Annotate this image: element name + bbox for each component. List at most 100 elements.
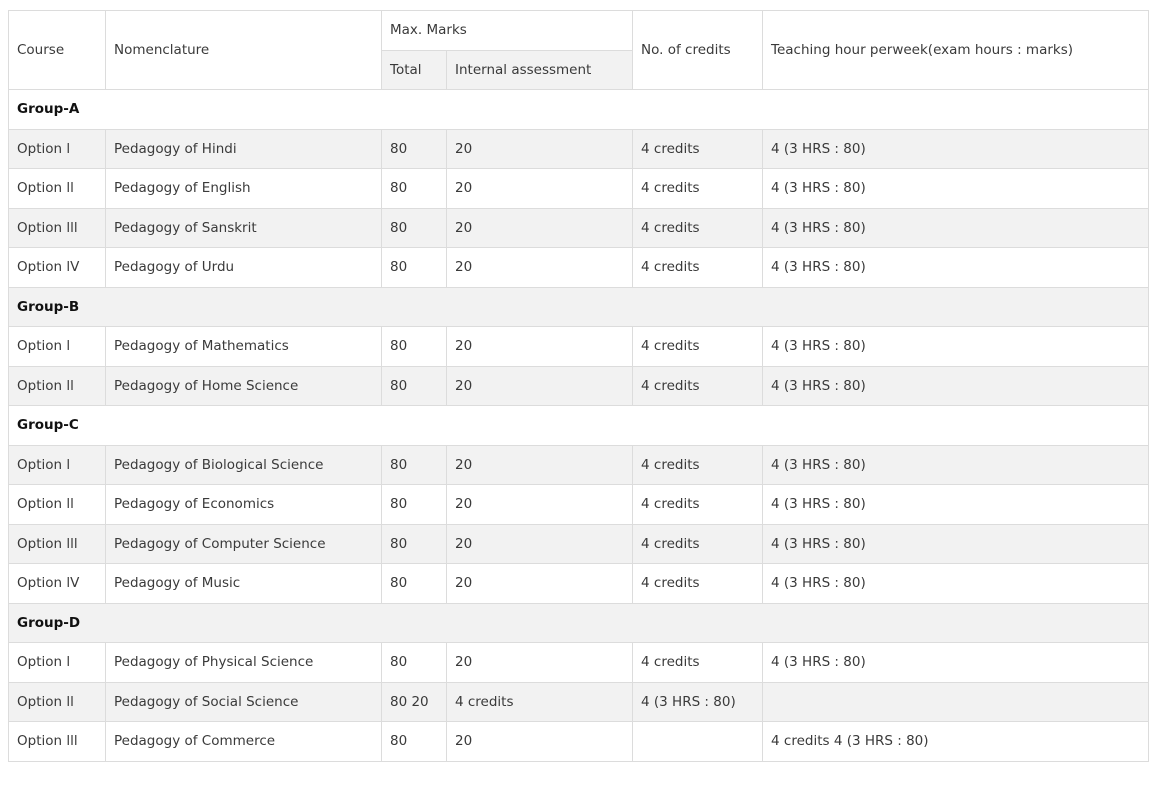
total-marks-cell: 80: [381, 642, 447, 683]
header-course: Course: [8, 10, 106, 90]
credits-cell: 4 credits: [632, 247, 764, 288]
header-credits: No. of credits: [632, 10, 764, 90]
table-header: Course Nomenclature Max. Marks No. of cr…: [8, 10, 1150, 90]
nomenclature-cell: Pedagogy of English: [105, 168, 382, 209]
course-cell: Option lll: [8, 721, 106, 762]
total-marks-cell: 80: [381, 247, 447, 288]
nomenclature-cell: Pedagogy of Social Science: [105, 681, 382, 722]
course-cell: Option l: [8, 444, 106, 485]
table-row: Option ll Pedagogy of English 80 20 4 credit…: [8, 168, 1150, 209]
credits-cell: [632, 721, 764, 762]
total-marks-cell: 80: [381, 128, 447, 169]
credits-cell: 4 credits: [632, 365, 764, 406]
total-marks-cell: 80: [381, 168, 447, 209]
teaching-hours-cell: 4 (3 HRS : 80): [762, 563, 1150, 604]
table-row: Option l Pedagogy of Physical Science 80 20…: [8, 642, 1150, 683]
header-internal-assessment: Internal assessment: [445, 49, 634, 90]
credits-cell: 4 credits: [632, 642, 764, 683]
header-teaching-hours: Teaching hour perweek(exam hours : marks…: [762, 10, 1150, 90]
teaching-hours-cell: 4 (3 HRS : 80): [762, 365, 1150, 406]
internal-assessment-cell: 20: [445, 563, 634, 604]
credits-cell: 4 credits: [632, 326, 764, 367]
table-row: Option ll Pedagogy of Home Science 80 20 4 c…: [8, 365, 1150, 406]
internal-assessment-cell: 20: [445, 444, 634, 485]
header-total: Total: [381, 49, 447, 90]
syllabus-table-container: Course Nomenclature Max. Marks No. of cr…: [7, 10, 1150, 762]
internal-assessment-cell: 4 credits: [445, 681, 634, 722]
teaching-hours-cell: 4 (3 HRS : 80): [762, 484, 1150, 525]
course-cell: Option lV: [8, 247, 106, 288]
teaching-hours-cell: 4 credits 4 (3 HRS : 80): [762, 721, 1150, 762]
total-marks-cell: 80: [381, 444, 447, 485]
group-label: Group-C: [7, 405, 1150, 446]
total-marks-cell: 80: [381, 721, 447, 762]
total-marks-cell: 80 20: [381, 681, 447, 722]
teaching-hours-cell: 4 (3 HRS : 80): [762, 247, 1150, 288]
internal-assessment-cell: 20: [445, 523, 634, 564]
teaching-hours-cell: 4 (3 HRS : 80): [762, 642, 1150, 683]
course-cell: Option l: [8, 128, 106, 169]
teaching-hours-cell: 4 (3 HRS : 80): [762, 523, 1150, 564]
header-row-1: Course Nomenclature Max. Marks No. of cr…: [8, 10, 1150, 90]
group-label: Group-B: [7, 286, 1150, 327]
nomenclature-cell: Pedagogy of Commerce: [105, 721, 382, 762]
course-cell: Option ll: [8, 484, 106, 525]
group-row: Group-B: [7, 286, 1150, 327]
total-marks-cell: 80: [381, 207, 447, 248]
credits-cell: 4 credits: [632, 444, 764, 485]
credits-cell: 4 credits: [632, 484, 764, 525]
nomenclature-cell: Pedagogy of Economics: [105, 484, 382, 525]
table-row: Option ll Pedagogy of Economics 80 20 4 cred…: [8, 484, 1150, 525]
internal-assessment-cell: 20: [445, 128, 634, 169]
group-row: Group-D: [7, 602, 1150, 643]
credits-cell: 4 credits: [632, 563, 764, 604]
total-marks-cell: 80: [381, 484, 447, 525]
course-cell: Option l: [8, 642, 106, 683]
header-max-marks: Max. Marks: [380, 10, 634, 51]
credits-cell: 4 (3 HRS : 80): [632, 681, 764, 722]
table-row: Option lll Pedagogy of Commerce 80 20 4 cred…: [8, 721, 1150, 762]
total-marks-cell: 80: [381, 326, 447, 367]
course-cell: Option lll: [8, 207, 106, 248]
internal-assessment-cell: 20: [445, 168, 634, 209]
teaching-hours-cell: [762, 681, 1150, 722]
course-cell: Option lV: [8, 563, 106, 604]
credits-cell: 4 credits: [632, 128, 764, 169]
teaching-hours-cell: 4 (3 HRS : 80): [762, 326, 1150, 367]
table-row: Option lV Pedagogy of Urdu 80 20 4 credits 4 …: [8, 247, 1150, 288]
group-label: Group-A: [7, 89, 1150, 130]
credits-cell: 4 credits: [632, 523, 764, 564]
course-cell: Option ll: [8, 168, 106, 209]
table-row: Option l Pedagogy of Hindi 80 20 4 credits 4 …: [8, 128, 1150, 169]
credits-cell: 4 credits: [632, 207, 764, 248]
teaching-hours-cell: 4 (3 HRS : 80): [762, 168, 1150, 209]
course-cell: Option ll: [8, 681, 106, 722]
table-row: Option lV Pedagogy of Music 80 20 4 credits 4…: [8, 563, 1150, 604]
syllabus-table: Course Nomenclature Max. Marks No. of cr…: [7, 10, 1150, 762]
group-label: Group-D: [7, 602, 1150, 643]
table-row: Option lll Pedagogy of Computer Science 80…: [8, 523, 1150, 564]
course-cell: Option ll: [8, 365, 106, 406]
total-marks-cell: 80: [381, 523, 447, 564]
nomenclature-cell: Pedagogy of Music: [105, 563, 382, 604]
internal-assessment-cell: 20: [445, 365, 634, 406]
nomenclature-cell: Pedagogy of Mathematics: [105, 326, 382, 367]
credits-cell: 4 credits: [632, 168, 764, 209]
header-nomenclature: Nomenclature: [105, 10, 382, 90]
internal-assessment-cell: 20: [445, 642, 634, 683]
group-row: Group-C: [7, 405, 1150, 446]
nomenclature-cell: Pedagogy of Urdu: [105, 247, 382, 288]
group-row: Group-A: [7, 89, 1150, 130]
teaching-hours-cell: 4 (3 HRS : 80): [762, 128, 1150, 169]
table-row: Option lll Pedagogy of Sanskrit 80 20 4 cred…: [8, 207, 1150, 248]
total-marks-cell: 80: [381, 365, 447, 406]
total-marks-cell: 80: [381, 563, 447, 604]
internal-assessment-cell: 20: [445, 721, 634, 762]
teaching-hours-cell: 4 (3 HRS : 80): [762, 207, 1150, 248]
internal-assessment-cell: 20: [445, 484, 634, 525]
internal-assessment-cell: 20: [445, 247, 634, 288]
course-cell: Option lll: [8, 523, 106, 564]
nomenclature-cell: Pedagogy of Physical Science: [105, 642, 382, 683]
internal-assessment-cell: 20: [445, 326, 634, 367]
table-row: Option l Pedagogy of Biological Science 80…: [8, 444, 1150, 485]
